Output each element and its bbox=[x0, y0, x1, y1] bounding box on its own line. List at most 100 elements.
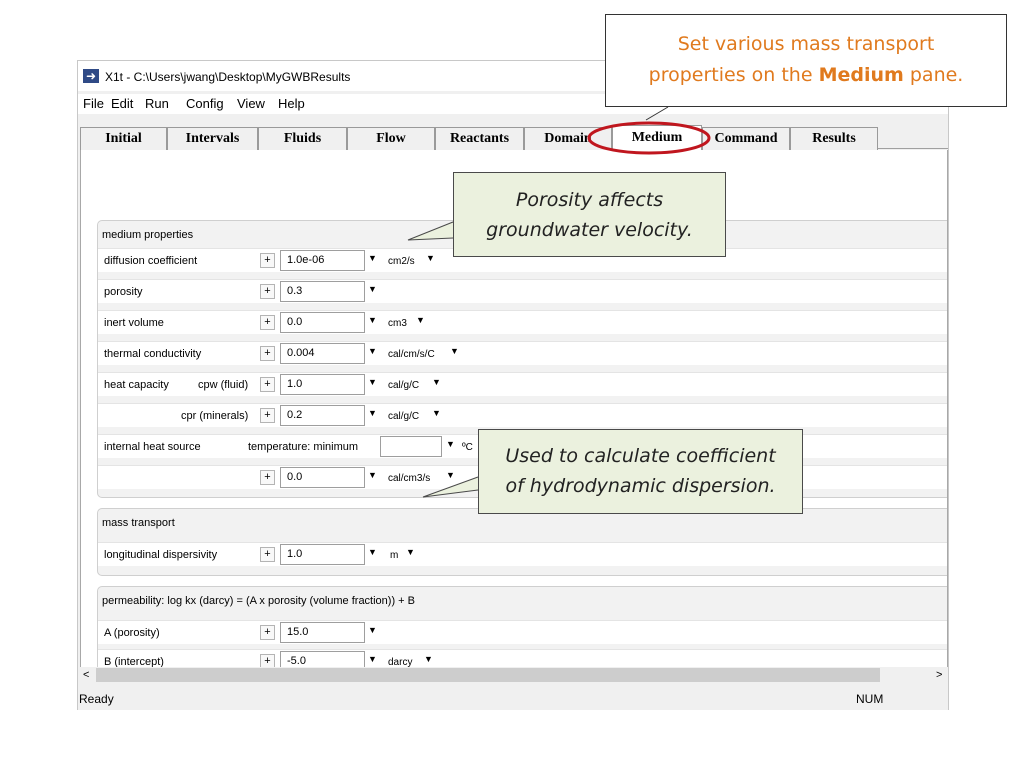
callout-text: pane. bbox=[903, 64, 964, 86]
tab-medium[interactable]: Medium bbox=[612, 125, 702, 152]
dispersivity-dropdown-icon[interactable]: ▼ bbox=[368, 547, 377, 557]
temperature-min-unit: ºC bbox=[462, 442, 473, 453]
callout-line-1: Set various mass transport bbox=[677, 33, 935, 55]
heat-capacity-fluid-row: heat capacity cpw (fluid) + 1.0 ▼ cal/g/… bbox=[98, 372, 947, 396]
heat-source-rate-unit[interactable]: cal/cm3/s bbox=[388, 473, 430, 484]
mass-transport-group: mass transport longitudinal dispersivity… bbox=[97, 508, 947, 576]
callout-line-2: of hydrodynamic dispersion. bbox=[505, 475, 776, 497]
menu-view[interactable]: View bbox=[237, 96, 265, 111]
scroll-thumb[interactable] bbox=[96, 668, 880, 682]
a-input[interactable]: 15.0 bbox=[280, 622, 365, 643]
internal-heat-source-label: internal heat source bbox=[104, 441, 201, 453]
horizontal-scrollbar[interactable]: < > bbox=[80, 667, 948, 683]
scroll-right-icon[interactable]: > bbox=[936, 667, 942, 683]
porosity-dropdown-icon[interactable]: ▼ bbox=[368, 284, 377, 294]
temperature-minimum-label: temperature: minimum bbox=[248, 441, 359, 453]
a-plus-button[interactable]: + bbox=[260, 625, 275, 640]
tab-intervals[interactable]: Intervals bbox=[167, 127, 258, 151]
diffusion-dropdown-icon[interactable]: ▼ bbox=[368, 253, 377, 263]
cpw-unit-dropdown-icon[interactable]: ▼ bbox=[432, 377, 441, 387]
heat-source-rate-unit-dropdown-icon[interactable]: ▼ bbox=[446, 470, 455, 480]
heat-source-rate-dropdown-icon[interactable]: ▼ bbox=[368, 470, 377, 480]
thermal-conductivity-unit[interactable]: cal/cm/s/C bbox=[388, 349, 435, 360]
tab-initial[interactable]: Initial bbox=[80, 127, 167, 151]
menu-edit[interactable]: Edit bbox=[111, 96, 133, 111]
dispersivity-unit[interactable]: m bbox=[390, 550, 398, 561]
inert-volume-unit[interactable]: cm3 bbox=[388, 318, 407, 329]
thermal-conductivity-dropdown-icon[interactable]: ▼ bbox=[368, 346, 377, 356]
scroll-left-icon[interactable]: < bbox=[83, 667, 89, 683]
menu-file[interactable]: File bbox=[83, 96, 104, 111]
medium-pane-callout: Set various mass transport properties on… bbox=[605, 14, 1007, 107]
diffusion-unit[interactable]: cm2/s bbox=[388, 256, 415, 267]
permeability-a-row: A (porosity) + 15.0 ▼ bbox=[98, 620, 947, 644]
inert-volume-input[interactable]: 0.0 bbox=[280, 312, 365, 333]
status-text: Ready bbox=[79, 692, 114, 706]
callout-line-1: Porosity affects bbox=[515, 189, 664, 211]
callout-bold-text: Medium bbox=[818, 64, 904, 86]
cpw-dropdown-icon[interactable]: ▼ bbox=[368, 377, 377, 387]
app-window: ➜ X1t - C:\Users\jwang\Desktop\MyGWBResu… bbox=[77, 60, 949, 710]
tab-command[interactable]: Command bbox=[702, 127, 790, 151]
diffusion-plus-button[interactable]: + bbox=[260, 253, 275, 268]
a-dropdown-icon[interactable]: ▼ bbox=[368, 625, 377, 635]
temperature-min-input[interactable] bbox=[380, 436, 442, 457]
diffusion-input[interactable]: 1.0e-06 bbox=[280, 250, 365, 271]
cpr-input[interactable]: 0.2 bbox=[280, 405, 365, 426]
num-lock-indicator: NUM bbox=[856, 692, 884, 706]
heat-source-plus-button[interactable]: + bbox=[260, 470, 275, 485]
menu-config[interactable]: Config bbox=[186, 96, 224, 111]
cpw-plus-button[interactable]: + bbox=[260, 377, 275, 392]
cpr-label: cpr (minerals) bbox=[181, 410, 249, 422]
inert-volume-plus-button[interactable]: + bbox=[260, 315, 275, 330]
heat-capacity-label: heat capacity bbox=[104, 379, 169, 391]
tab-domain[interactable]: Domain bbox=[524, 127, 612, 151]
callout-line-1: Used to calculate coefficient bbox=[505, 445, 776, 467]
menu-help[interactable]: Help bbox=[278, 96, 305, 111]
diffusion-unit-dropdown-icon[interactable]: ▼ bbox=[426, 253, 435, 263]
cpw-unit[interactable]: cal/g/C bbox=[388, 380, 419, 391]
porosity-input[interactable]: 0.3 bbox=[280, 281, 365, 302]
callout-text: properties on the bbox=[648, 64, 819, 86]
dispersivity-input[interactable]: 1.0 bbox=[280, 544, 365, 565]
group-title: permeability: log kx (darcy) = (A x poro… bbox=[102, 595, 415, 607]
permeability-group: permeability: log kx (darcy) = (A x poro… bbox=[97, 586, 947, 672]
menu-run[interactable]: Run bbox=[145, 96, 169, 111]
longitudinal-dispersivity-row: longitudinal dispersivity + 1.0 ▼ m ▼ bbox=[98, 542, 947, 566]
cpw-label: cpw (fluid) bbox=[198, 379, 249, 391]
tab-reactants[interactable]: Reactants bbox=[435, 127, 524, 151]
tab-fluids[interactable]: Fluids bbox=[258, 127, 347, 151]
thermal-conductivity-unit-dropdown-icon[interactable]: ▼ bbox=[450, 346, 459, 356]
thermal-conductivity-plus-button[interactable]: + bbox=[260, 346, 275, 361]
thermal-conductivity-input[interactable]: 0.004 bbox=[280, 343, 365, 364]
porosity-label: porosity bbox=[104, 286, 143, 298]
dispersivity-plus-button[interactable]: + bbox=[260, 547, 275, 562]
a-porosity-label: A (porosity) bbox=[104, 627, 160, 639]
thermal-conductivity-label: thermal conductivity bbox=[104, 348, 202, 360]
temperature-min-dropdown-icon[interactable]: ▼ bbox=[446, 439, 455, 449]
tab-strip: Initial Intervals Fluids Flow Reactants … bbox=[80, 125, 948, 152]
heat-capacity-minerals-row: cpr (minerals) + 0.2 ▼ cal/g/C ▼ bbox=[98, 403, 947, 427]
diffusion-label: diffusion coefficient bbox=[104, 255, 198, 267]
thermal-conductivity-row: thermal conductivity + 0.004 ▼ cal/cm/s/… bbox=[98, 341, 947, 365]
dispersivity-unit-dropdown-icon[interactable]: ▼ bbox=[406, 547, 415, 557]
cpr-unit[interactable]: cal/g/C bbox=[388, 411, 419, 422]
porosity-note-callout: Porosity affects groundwater velocity. bbox=[453, 172, 726, 257]
cpr-dropdown-icon[interactable]: ▼ bbox=[368, 408, 377, 418]
cpr-unit-dropdown-icon[interactable]: ▼ bbox=[432, 408, 441, 418]
window-title: X1t - C:\Users\jwang\Desktop\MyGWBResult… bbox=[105, 70, 351, 84]
tab-results[interactable]: Results bbox=[790, 127, 878, 151]
cpr-plus-button[interactable]: + bbox=[260, 408, 275, 423]
tab-flow[interactable]: Flow bbox=[347, 127, 435, 151]
inert-volume-row: inert volume + 0.0 ▼ cm3 ▼ bbox=[98, 310, 947, 334]
heat-source-rate-input[interactable]: 0.0 bbox=[280, 467, 365, 488]
longitudinal-dispersivity-label: longitudinal dispersivity bbox=[104, 549, 218, 561]
dispersion-note-callout: Used to calculate coefficient of hydrody… bbox=[478, 429, 803, 514]
b-dropdown-icon[interactable]: ▼ bbox=[368, 654, 377, 664]
inert-volume-dropdown-icon[interactable]: ▼ bbox=[368, 315, 377, 325]
cpw-input[interactable]: 1.0 bbox=[280, 374, 365, 395]
porosity-plus-button[interactable]: + bbox=[260, 284, 275, 299]
porosity-row: porosity + 0.3 ▼ bbox=[98, 279, 947, 303]
b-unit-dropdown-icon[interactable]: ▼ bbox=[424, 654, 433, 664]
inert-volume-unit-dropdown-icon[interactable]: ▼ bbox=[416, 315, 425, 325]
